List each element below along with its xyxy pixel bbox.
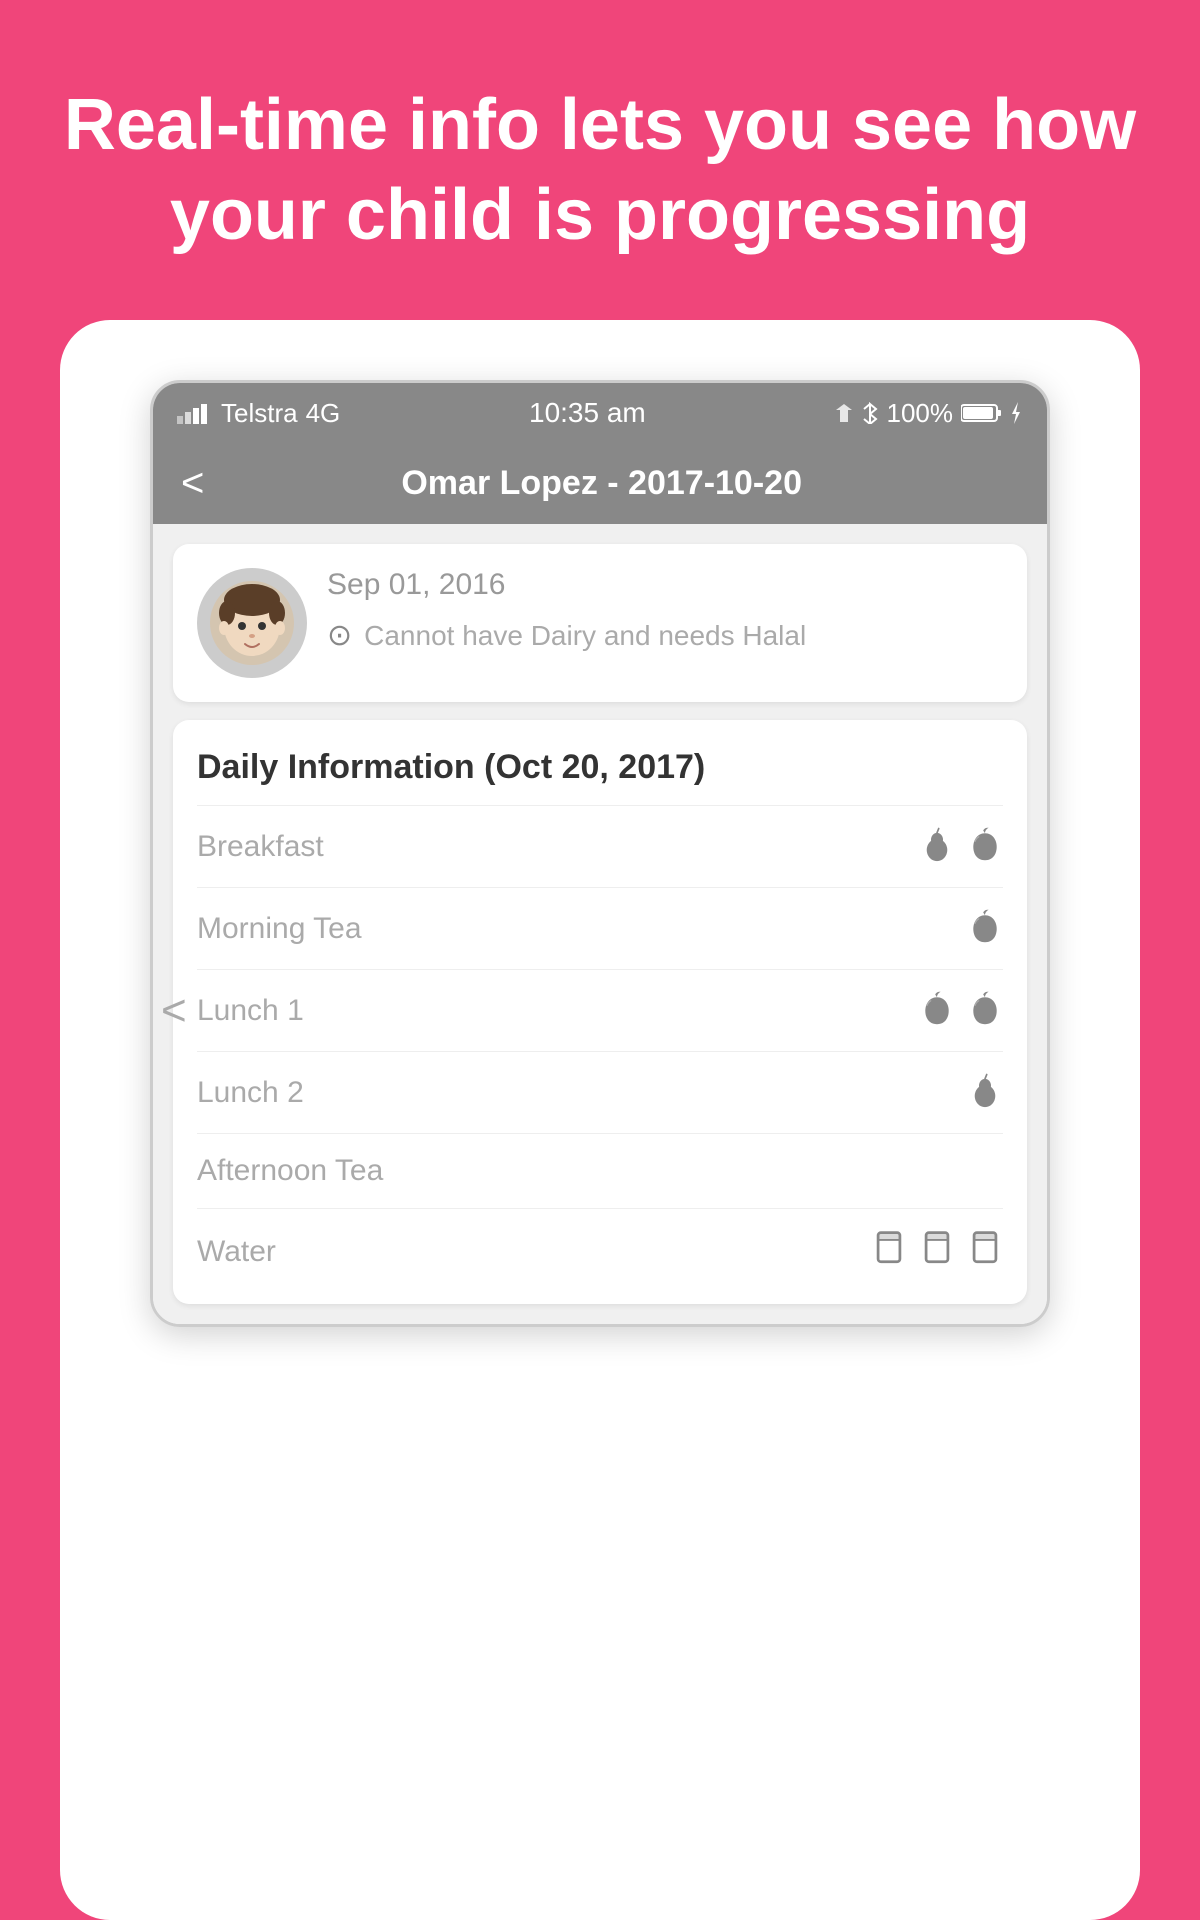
profile-note-text: Cannot have Dairy and needs Halal xyxy=(364,616,806,655)
location-icon xyxy=(834,402,854,424)
meal-row-lunch1: < Lunch 1 xyxy=(197,969,1003,1051)
meal-label-breakfast: Breakfast xyxy=(197,830,919,864)
profile-info: Sep 01, 2016 ⊙ Cannot have Dairy and nee… xyxy=(327,568,1003,655)
network-label: 4G xyxy=(306,398,341,429)
meal-row-afternoon-tea: Afternoon Tea xyxy=(197,1133,1003,1208)
app-header: < Omar Lopez - 2017-10-20 xyxy=(153,443,1047,524)
meal-icons-water xyxy=(871,1229,1003,1274)
back-button[interactable]: < xyxy=(181,461,204,506)
apple-icon-2 xyxy=(967,908,1003,949)
info-icon: ⊙ xyxy=(327,618,352,653)
cup-icon-3 xyxy=(967,1229,1003,1274)
meal-row-water: Water xyxy=(197,1208,1003,1294)
phone-container: Telstra 4G 10:35 am 100% xyxy=(60,320,1140,1920)
battery-icon xyxy=(961,403,1001,423)
header-title: Omar Lopez - 2017-10-20 xyxy=(224,464,1019,503)
meal-icons-lunch2 xyxy=(967,1072,1003,1113)
meal-row-lunch2: Lunch 2 xyxy=(197,1051,1003,1133)
apple-icon-3 xyxy=(919,990,955,1031)
charging-icon xyxy=(1009,402,1023,424)
daily-card: Daily Information (Oct 20, 2017) Breakfa… xyxy=(173,720,1027,1304)
app-content: Sep 01, 2016 ⊙ Cannot have Dairy and nee… xyxy=(153,524,1047,1324)
status-right: 100% xyxy=(834,398,1023,429)
meal-label-lunch1: Lunch 1 xyxy=(197,994,919,1028)
carrier-label: Telstra xyxy=(221,398,298,429)
meal-label-lunch2: Lunch 2 xyxy=(197,1076,967,1110)
pear-icon-1 xyxy=(919,826,955,867)
meal-icons-breakfast xyxy=(919,826,1003,867)
meal-label-water: Water xyxy=(197,1235,871,1269)
meal-icons-morning-tea xyxy=(967,908,1003,949)
profile-note: ⊙ Cannot have Dairy and needs Halal xyxy=(327,616,1003,655)
status-bar: Telstra 4G 10:35 am 100% xyxy=(153,383,1047,443)
phone-frame: Telstra 4G 10:35 am 100% xyxy=(150,380,1050,1327)
cup-icon-2 xyxy=(919,1229,955,1274)
meal-icons-lunch1 xyxy=(919,990,1003,1031)
signal-icon xyxy=(177,402,213,424)
apple-icon-4 xyxy=(967,990,1003,1031)
profile-date: Sep 01, 2016 xyxy=(327,568,1003,602)
meal-row-breakfast: Breakfast xyxy=(197,805,1003,887)
pear-icon-2 xyxy=(967,1072,1003,1113)
meal-label-morning-tea: Morning Tea xyxy=(197,912,967,946)
bluetooth-icon xyxy=(862,402,878,424)
apple-icon-1 xyxy=(967,826,1003,867)
daily-title: Daily Information (Oct 20, 2017) xyxy=(197,748,1003,787)
profile-card: Sep 01, 2016 ⊙ Cannot have Dairy and nee… xyxy=(173,544,1027,702)
meal-row-morning-tea: Morning Tea xyxy=(197,887,1003,969)
status-left: Telstra 4G xyxy=(177,398,340,429)
battery-label: 100% xyxy=(886,398,953,429)
status-time: 10:35 am xyxy=(529,397,646,429)
avatar xyxy=(197,568,307,678)
hero-text: Real-time info lets you see how your chi… xyxy=(0,0,1200,320)
cup-icon-1 xyxy=(871,1229,907,1274)
meal-label-afternoon-tea: Afternoon Tea xyxy=(197,1154,1003,1188)
scroll-back-icon[interactable]: < xyxy=(161,986,187,1036)
